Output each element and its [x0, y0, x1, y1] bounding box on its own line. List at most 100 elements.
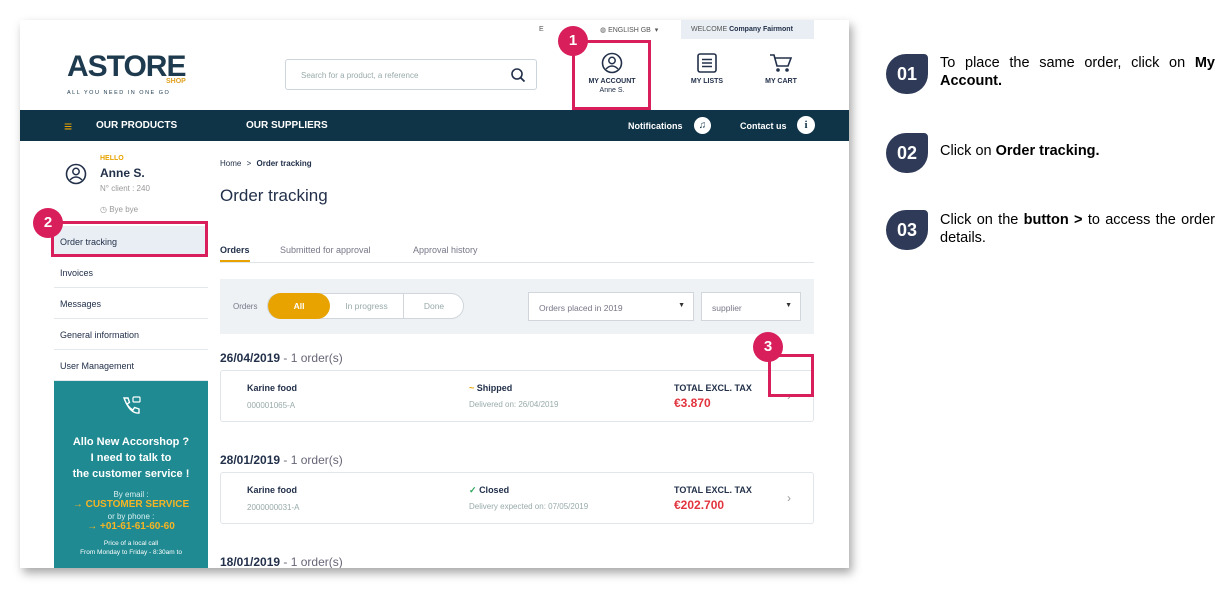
status-segmented-control: All In progress Done: [267, 293, 464, 319]
tab-orders[interactable]: Orders: [220, 245, 250, 262]
promo-by-email: By email :: [113, 490, 149, 499]
nav-notifications[interactable]: Notifications: [628, 121, 683, 131]
caret-down-icon: ▼: [785, 302, 792, 309]
search-input[interactable]: Search for a product, a reference: [285, 59, 537, 90]
welcome-banner: WELCOME Company Fairmont: [681, 20, 814, 39]
bell-icon[interactable]: ♫: [694, 117, 711, 134]
step-number: 03: [886, 210, 928, 250]
breadcrumb-current: Order tracking: [256, 159, 312, 168]
highlight-order-tracking: [51, 221, 208, 257]
order-status: ✓ Closed: [469, 485, 510, 495]
sidebar-item-invoices[interactable]: Invoices: [54, 257, 208, 288]
order-group-date: 26/04/2019 - 1 order(s): [220, 351, 343, 365]
order-total: €3.870: [674, 396, 711, 410]
tab-approval-history[interactable]: Approval history: [413, 245, 478, 255]
step-1: 01: [886, 54, 930, 94]
sidebar-item-label: User Management: [60, 361, 135, 371]
step-number: 01: [886, 54, 928, 94]
my-lists-button[interactable]: MY LISTS: [680, 52, 734, 85]
lang-short: E: [539, 26, 544, 33]
company-name: Company Fairmont: [729, 26, 793, 33]
nav-contact[interactable]: Contact us: [740, 121, 787, 131]
account-sidebar: HELLO Anne S. N° client : 240 ◷ Bye bye …: [54, 141, 208, 568]
breadcrumb-home[interactable]: Home: [220, 159, 241, 168]
period-select[interactable]: Orders placed in 2019 ▼: [528, 292, 694, 321]
logo[interactable]: ASTORE SHOP ALL YOU NEED IN ONE GO: [67, 52, 207, 100]
period-value: Orders placed in 2019: [539, 303, 623, 313]
hello-label: HELLO: [100, 155, 124, 162]
currency-selector[interactable]: E: [539, 26, 544, 33]
clock-icon: ◷: [100, 205, 110, 214]
customer-service-link[interactable]: → CUSTOMER SERVICE: [54, 499, 208, 510]
step-1-text: To place the same order, click on My Acc…: [940, 55, 1215, 89]
step-3: 03: [886, 210, 930, 250]
logo-brand: ASTORE: [67, 50, 186, 83]
promo-by-phone: or by phone :: [107, 512, 155, 521]
order-supplier: Karine food: [247, 485, 298, 495]
filter-in-progress[interactable]: In progress: [330, 294, 404, 318]
app-frame: E ◍ ENGLISH GB ▾ WELCOME Company Fairmon…: [20, 20, 849, 568]
step-2: 02: [886, 133, 930, 173]
chevron-right-icon[interactable]: ›: [787, 491, 791, 505]
step-2-text: Click on Order tracking.: [940, 143, 1100, 159]
order-total-label: TOTAL EXCL. TAX: [674, 383, 752, 393]
top-strip: E ◍ ENGLISH GB ▾ WELCOME Company Fairmon…: [20, 20, 849, 39]
callout-badge-2: 2: [33, 208, 63, 238]
highlight-details-button: [768, 354, 814, 397]
language-selector[interactable]: ◍ ENGLISH GB ▾: [600, 26, 658, 34]
shipped-icon: ~: [469, 383, 475, 393]
promo-line-2: I need to talk to: [90, 452, 172, 464]
breadcrumb-separator: >: [246, 159, 252, 168]
phone-link[interactable]: → +01-61-61-60-60: [54, 521, 208, 532]
filter-bar: Orders All In progress Done Orders place…: [220, 279, 814, 334]
phone-icon: [122, 396, 141, 414]
supplier-select[interactable]: supplier ▼: [701, 292, 801, 321]
logo-sub: SHOP: [166, 78, 186, 85]
order-group-date: 28/01/2019 - 1 order(s): [220, 453, 343, 467]
globe-icon: ◍: [600, 27, 607, 34]
step-3-text: Click on the button > to access the orde…: [940, 212, 1215, 246]
order-status-detail: Delivery expected on: 07/05/2019: [469, 502, 589, 511]
my-lists-label: MY LISTS: [690, 78, 724, 85]
cart-icon: [770, 54, 793, 72]
filter-done[interactable]: Done: [404, 294, 464, 318]
caret-down-icon: ▼: [678, 302, 685, 309]
supplier-value: supplier: [712, 303, 742, 313]
logo-tagline: ALL YOU NEED IN ONE GO: [67, 90, 171, 96]
logout-label: Bye bye: [109, 205, 139, 214]
hamburger-icon[interactable]: ≡: [64, 118, 72, 134]
my-cart-button[interactable]: MY CART: [754, 52, 808, 85]
user-name: Anne S.: [100, 166, 145, 180]
callout-badge-3: 3: [753, 332, 783, 362]
nav-products[interactable]: OUR PRODUCTS: [96, 120, 177, 131]
tabs: Orders Submitted for approval Approval h…: [220, 241, 814, 263]
search-icon[interactable]: [510, 67, 526, 83]
client-number: N° client : 240: [100, 184, 150, 193]
nav-suppliers[interactable]: OUR SUPPLIERS: [246, 120, 328, 131]
filter-all[interactable]: All: [268, 293, 330, 319]
logout-link[interactable]: ◷ Bye bye: [100, 205, 138, 214]
info-icon[interactable]: i: [797, 116, 815, 134]
sidebar-item-general-information[interactable]: General information: [54, 319, 208, 350]
sidebar-item-label: General information: [60, 330, 140, 340]
promo-line-1: Allo New Accorshop ?: [72, 436, 190, 448]
promo-line-3: the customer service !: [72, 468, 190, 480]
search-placeholder: Search for a product, a reference: [301, 71, 419, 80]
list-icon: [697, 53, 717, 73]
order-reference: 000001065-A: [247, 401, 296, 410]
tab-submitted[interactable]: Submitted for approval: [280, 245, 371, 255]
sidebar-item-messages[interactable]: Messages: [54, 288, 208, 319]
order-group-date: 18/01/2019 - 1 order(s): [220, 555, 343, 568]
order-status: ~ Shipped: [469, 383, 513, 393]
user-icon: [65, 163, 87, 185]
order-supplier: Karine food: [247, 383, 298, 393]
step-number: 02: [886, 133, 928, 173]
order-card: Karine food 2000000031-A ✓ Closed Delive…: [220, 472, 814, 524]
sidebar-item-label: Messages: [60, 299, 102, 309]
order-reference: 2000000031-A: [247, 503, 300, 512]
order-status-detail: Delivered on: 26/04/2019: [469, 400, 559, 409]
callout-badge-1: 1: [558, 26, 588, 56]
customer-service-promo: Allo New Accorshop ? I need to talk to t…: [54, 381, 208, 568]
sidebar-item-user-management[interactable]: User Management: [54, 350, 208, 381]
language-label: ENGLISH GB: [608, 27, 651, 34]
